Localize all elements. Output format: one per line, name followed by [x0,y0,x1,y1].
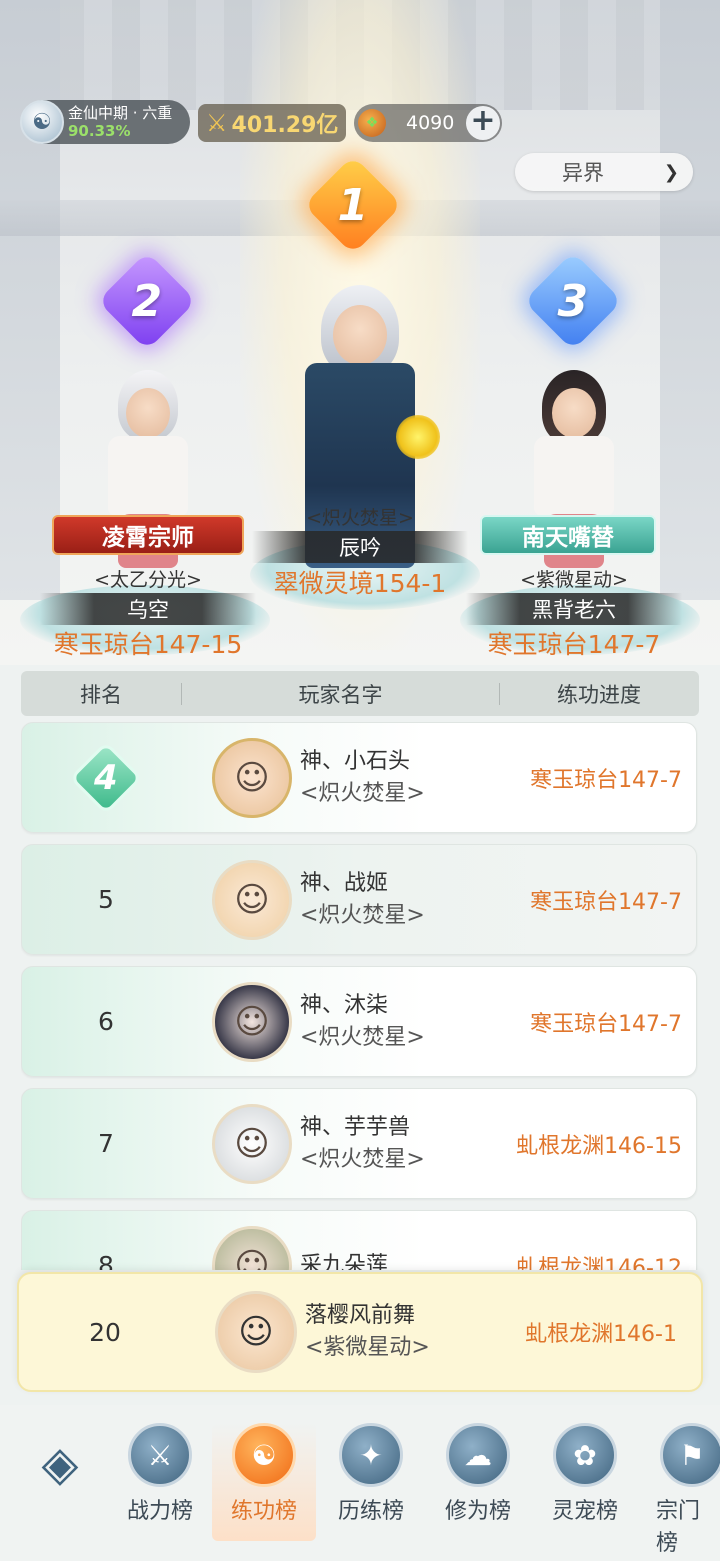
tab-label: 宗门榜 [656,1499,701,1556]
tab-power-ranking[interactable]: ⚔ 战力榜 [108,1423,212,1525]
table-row[interactable]: 6 ☺ 神、沐柒 <炽火焚星> 寒玉琼台147-7 [21,966,697,1077]
rank-cell: 8 [98,1251,114,1270]
pillar-right [660,0,720,600]
my-player-sect: <紫微星动> [305,1335,430,1360]
table-row[interactable]: 5 ☺ 神、战姬 <炽火焚星> 寒玉琼台147-7 [21,844,697,955]
second-player-name[interactable]: 乌空 [40,593,256,625]
player-sect: <炽火焚星> [300,1024,425,1050]
rank-1-emblem: 1 [303,155,403,255]
tab-sect-ranking[interactable]: ⚑ 宗门榜 [640,1423,720,1557]
yin-yang-icon: ☯ [232,1423,296,1487]
spirit-stone-icon: ❖ [358,109,386,137]
rank-cell: 5 [98,885,114,914]
server-select-value: 异界 [562,161,604,185]
second-progress: 寒玉琼台147-15 [53,630,243,659]
crossed-swords-icon: ⚔ [128,1423,192,1487]
player-avatar-icon: ☯ [20,100,64,144]
my-rank-row[interactable]: 20 ☺ 落樱风前舞 <紫微星动> 虬根龙渊146-1 [17,1272,703,1392]
header-player-name: 玩家名字 [298,682,383,707]
first-progress: 翠微灵境154-1 [273,569,447,598]
tab-label: 战力榜 [126,1499,193,1524]
leaderboard-tabs: ◈ ⚔ 战力榜 ☯ 练功榜 ✦ 历练榜 ☁ 修为榜 ✿ 灵宠榜 ⚑ 宗门榜 [0,1405,720,1561]
my-player-name: 落樱风前舞 [305,1303,416,1328]
my-rank: 20 [89,1317,121,1347]
currency-bar[interactable]: ❖ 4090 + [354,104,502,142]
third-sect: <紫微星动> [520,569,628,591]
pillar-left [0,0,60,600]
realm-status[interactable]: ☯ 金仙中期 · 六重 90.33% [20,100,190,144]
rank-3-emblem: 3 [523,251,623,351]
header-rank: 排名 [80,682,122,707]
player-name: 神、小石头 [300,748,411,774]
star-burst-icon: ✦ [339,1423,403,1487]
player-progress: 虬根龙渊146-15 [516,1133,682,1159]
player-name: 神、战姬 [300,870,389,896]
player-progress: 虬根龙渊146-12 [516,1255,682,1271]
tab-label: 灵宠榜 [551,1499,618,1524]
table-row[interactable]: 8 ☺ 采九朵莲 虬根龙渊146-12 [21,1210,697,1270]
my-progress: 虬根龙渊146-1 [525,1322,677,1347]
third-title-badge: 南天嘴替 [480,515,656,555]
rank-cell: 4 [22,740,190,815]
second-sect: <太乙分光> [94,569,202,591]
home-diamond-icon[interactable]: ◈ [25,1435,95,1493]
second-title-badge: 凌霄宗师 [52,515,244,555]
tab-cultivation-ranking[interactable]: ☁ 修为榜 [426,1423,530,1525]
currency-value: 4090 [406,112,455,134]
third-player-name[interactable]: 黑背老六 [466,593,682,625]
avatar[interactable]: ☺ [212,1103,292,1184]
player-name: 采九朵莲 [300,1252,389,1271]
player-sect: <炽火焚星> [300,902,425,928]
rank-2-emblem: 2 [97,251,197,351]
tab-trial-ranking[interactable]: ✦ 历练榜 [319,1423,423,1525]
player-progress: 寒玉琼台147-7 [530,889,682,915]
header-progress: 练功进度 [557,682,641,707]
avatar[interactable]: ☺ [212,859,292,940]
avatar[interactable]: ☺ [212,1225,292,1270]
rank-4-gem-icon: 4 [69,740,143,815]
sect-banner-icon: ⚑ [660,1423,720,1487]
server-select-dropdown[interactable]: 异界 ❯ [515,153,693,191]
my-avatar[interactable]: ☺ [215,1291,297,1373]
player-name: 神、沐柒 [300,992,389,1018]
tab-pet-ranking[interactable]: ✿ 灵宠榜 [533,1423,637,1525]
chevron-down-icon: ❯ [663,161,679,183]
tab-label: 历练榜 [337,1499,404,1524]
player-progress: 寒玉琼台147-7 [530,1011,682,1037]
player-sect: <炽火焚星> [300,1146,425,1172]
realm-title: 金仙中期 · 六重 [68,104,173,122]
sage-hat-icon: ☁ [446,1423,510,1487]
pet-cat-icon: ✿ [553,1423,617,1487]
add-currency-button[interactable]: + [466,106,500,140]
tab-label: 修为榜 [444,1499,511,1524]
table-row[interactable]: 7 ☺ 神、芋芋兽 <炽火焚星> 虬根龙渊146-15 [21,1088,697,1199]
avatar[interactable]: ☺ [212,737,292,818]
combat-power-value: 401.29亿 [231,113,339,138]
ranking-table-header: 排名 玩家名字 练功进度 [21,671,699,716]
first-sect: <炽火焚星> [306,507,414,529]
rank-cell: 7 [98,1129,114,1158]
tab-label: 练功榜 [230,1499,297,1524]
table-row[interactable]: 4 ☺ 神、小石头 <炽火焚星> 寒玉琼台147-7 [21,722,697,833]
first-player-name[interactable]: 辰吟 [252,531,468,563]
crossed-swords-icon: ⚔ [206,109,228,137]
combat-power[interactable]: ⚔ 401.29亿 [198,104,346,142]
player-sect: <炽火焚星> [300,780,425,806]
avatar[interactable]: ☺ [212,981,292,1062]
realm-progress: 90.33% [68,122,131,140]
rank-cell: 6 [98,1007,114,1036]
third-progress: 寒玉琼台147-7 [487,630,661,659]
tab-training-ranking[interactable]: ☯ 练功榜 [212,1423,316,1541]
player-progress: 寒玉琼台147-7 [530,767,682,793]
player-name: 神、芋芋兽 [300,1114,411,1140]
ranking-list[interactable]: 4 ☺ 神、小石头 <炽火焚星> 寒玉琼台147-7 5 ☺ 神、战姬 <炽火焚… [21,722,699,1270]
